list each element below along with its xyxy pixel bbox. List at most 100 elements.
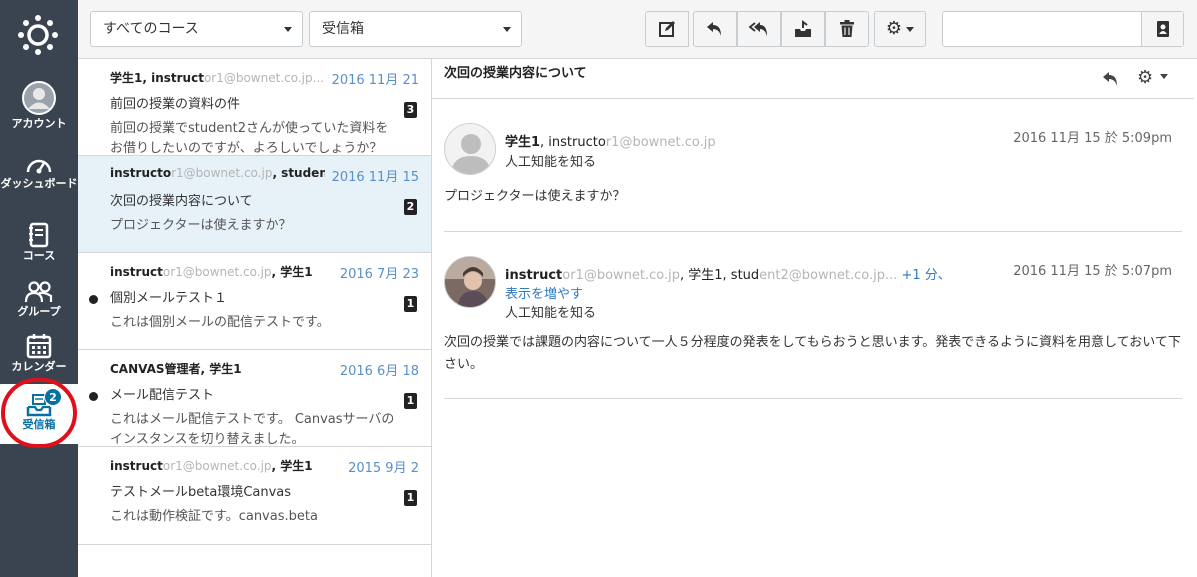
inbox-toolbar: すべてのコース 受信箱 ⚙: [78, 0, 1197, 59]
mailbox-filter-value: 受信箱: [322, 21, 364, 37]
archive-icon: [795, 20, 811, 37]
conversation-date: 2016 6月 18: [339, 364, 419, 379]
nav-inbox[interactable]: 2 受信箱: [0, 384, 78, 444]
avatar[interactable]: [444, 256, 496, 308]
conversation-preview: プロジェクターは使えますか？: [110, 218, 292, 233]
conversation-participants: CANVAS管理者, 学生1: [110, 362, 242, 376]
conversation-item-selected[interactable]: instructor1@bownet.co.jp, studen... 2016…: [78, 156, 431, 253]
chevron-down-icon: [1160, 74, 1169, 79]
nav-inbox-label: 受信箱: [22, 418, 56, 431]
conversation-date: 2016 7月 23: [339, 267, 419, 282]
conversation-subject: 次回の授業内容について: [110, 194, 253, 209]
reply-all-icon: [749, 22, 767, 36]
chevron-down-icon: [503, 27, 511, 32]
user-photo-icon: [445, 257, 495, 307]
settings-menu-button[interactable]: ⚙: [874, 11, 926, 47]
message-date: 2016 11月 15 於 5:07pm: [1013, 264, 1172, 279]
show-more-link[interactable]: 表示を増やす: [505, 283, 583, 302]
message-participants: instructor1@bownet.co.jp, 学生1, student2@…: [505, 268, 951, 283]
nav-dashboard[interactable]: ダッシュボード: [0, 152, 78, 190]
message-count-badge: 1: [404, 296, 417, 312]
compose-button[interactable]: [645, 11, 689, 47]
canvas-logo-icon[interactable]: [17, 14, 59, 56]
delete-button[interactable]: [825, 11, 869, 47]
conversation-participants: instructor1@bownet.co.jp, studen...: [110, 166, 325, 180]
conversation-date: 2016 11月 21: [331, 73, 419, 88]
message-count-badge: 1: [404, 393, 417, 409]
conversation-list: 学生1, instructor1@bownet.co.jp... 2016 11…: [78, 59, 432, 577]
header-divider: [432, 98, 1194, 99]
message-course: 人工知能を知る: [505, 306, 597, 321]
conversation-date: 2015 9月 2: [348, 461, 419, 476]
nav-calendar[interactable]: カレンダー: [0, 333, 78, 373]
nav-account[interactable]: アカウント: [0, 80, 78, 130]
address-book-button[interactable]: [1141, 12, 1183, 46]
more-recipients-count: +1 分、: [897, 268, 951, 283]
message-pane: 次回の授業内容について ⚙ 学生1, instructor1@bownet.co…: [432, 59, 1197, 577]
message-divider: [444, 398, 1182, 399]
course-filter-select[interactable]: すべてのコース: [90, 11, 303, 47]
message-participants: 学生1, instructor1@bownet.co.jp: [505, 135, 716, 150]
conversation-subject: メール配信テスト: [110, 388, 215, 403]
trash-icon: [840, 20, 854, 37]
conversation-item[interactable]: instructor1@bownet.co.jp, 学生1 2016 7月 23…: [78, 253, 431, 350]
message-count-badge: 3: [404, 102, 417, 118]
message-item: instructor1@bownet.co.jp, 学生1, student2@…: [444, 256, 1182, 386]
message-course: 人工知能を知る: [505, 155, 597, 170]
archive-button[interactable]: [781, 11, 825, 47]
conversation-participants: instructor1@bownet.co.jp, 学生1: [110, 459, 313, 473]
default-avatar-icon: [445, 124, 495, 174]
conversation-subject: 個別メールテスト１: [110, 291, 228, 306]
message-divider: [444, 231, 1182, 232]
message-count-badge: 2: [404, 199, 417, 215]
chevron-down-icon: [906, 26, 915, 32]
nav-courses[interactable]: コース: [0, 222, 78, 262]
compose-icon: [659, 21, 675, 37]
message-date: 2016 11月 15 於 5:09pm: [1013, 131, 1172, 146]
nav-groups[interactable]: グループ: [0, 280, 78, 318]
conversation-participants: 学生1, instructor1@bownet.co.jp...: [110, 71, 325, 85]
address-book-icon: [1156, 21, 1169, 37]
inbox-unread-badge: 2: [44, 388, 62, 406]
course-filter-value: すべてのコース: [103, 21, 199, 37]
conversation-preview: これは個別メールの配信テストです。: [110, 315, 330, 330]
dashboard-icon: [26, 159, 52, 174]
reply-all-button[interactable]: [737, 11, 781, 47]
unread-dot-icon[interactable]: [89, 392, 98, 401]
gear-icon: ⚙: [1137, 67, 1154, 88]
gear-icon: ⚙: [885, 18, 903, 39]
message-count-badge: 1: [404, 490, 417, 506]
nav-groups-label: グループ: [17, 305, 61, 318]
nav-account-label: アカウント: [11, 117, 67, 130]
thread-settings-button[interactable]: ⚙: [1137, 68, 1173, 90]
reply-icon: [707, 22, 721, 36]
chevron-down-icon: [284, 27, 292, 32]
thread-title: 次回の授業内容について: [444, 66, 587, 81]
global-nav: アカウント ダッシュボード コース グループ カレンダー 2 受信箱: [0, 0, 78, 577]
conversation-participants: instructor1@bownet.co.jp, 学生1: [110, 265, 313, 279]
message-body: プロジェクターは使えますか？: [444, 189, 626, 204]
courses-book-icon: [29, 222, 49, 248]
reply-icon[interactable]: [1102, 71, 1120, 87]
mailbox-filter-select[interactable]: 受信箱: [309, 11, 522, 47]
reply-button[interactable]: [693, 11, 737, 47]
conversation-preview: 前回の授業でstudent2さんが使っていた資料をお借りしたいのですが、よろしい…: [110, 121, 389, 156]
recipient-search-input[interactable]: [942, 11, 1184, 47]
message-body: 次回の授業では課題の内容について一人５分程度の発表をしてもらおうと思います。発表…: [444, 335, 1181, 372]
nav-courses-label: コース: [22, 249, 56, 262]
conversation-subject: テストメールbeta環境Canvas: [110, 485, 292, 500]
conversation-item[interactable]: 学生1, instructor1@bownet.co.jp... 2016 11…: [78, 59, 431, 156]
nav-dashboard-label: ダッシュボード: [0, 177, 78, 190]
conversation-preview: これはメール配信テストです。 Canvasサーバのインスタンスを切り替えました。: [110, 412, 395, 447]
conversation-subject: 前回の授業の資料の件: [110, 97, 241, 112]
conversation-item[interactable]: CANVAS管理者, 学生1 2016 6月 18 メール配信テスト 1 これは…: [78, 350, 431, 447]
conversation-preview: これは動作検証です。canvas.beta: [110, 509, 318, 524]
message-item: 学生1, instructor1@bownet.co.jp 2016 11月 1…: [444, 123, 1182, 233]
groups-icon: [24, 281, 53, 303]
unread-dot-icon[interactable]: [89, 295, 98, 304]
avatar[interactable]: [444, 123, 496, 175]
conversation-date: 2016 11月 15: [331, 170, 419, 185]
avatar-icon: [22, 81, 56, 115]
conversation-item[interactable]: instructor1@bownet.co.jp, 学生1 2015 9月 2 …: [78, 447, 431, 545]
calendar-icon: [26, 334, 52, 359]
